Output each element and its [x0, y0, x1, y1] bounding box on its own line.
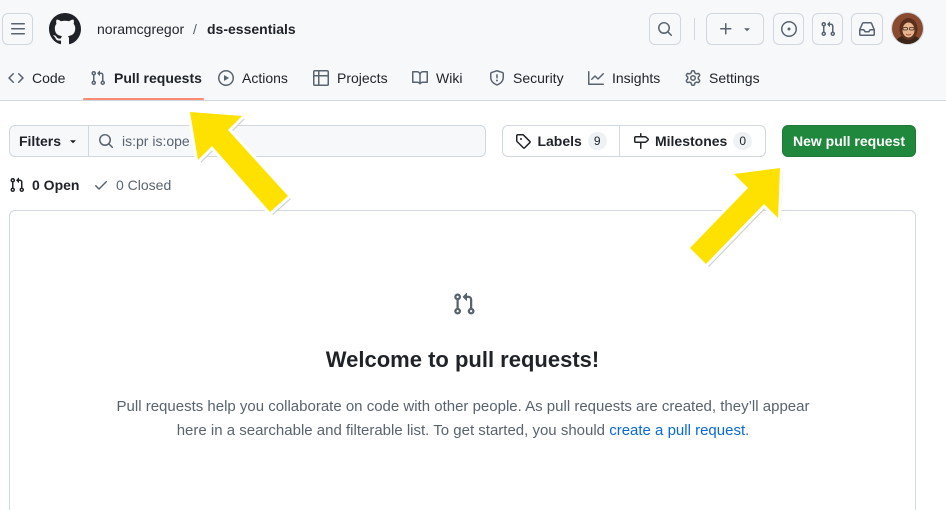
tab-actions[interactable]: Actions	[218, 58, 288, 98]
filters-label: Filters	[18, 133, 61, 149]
selected-tab-underline	[83, 98, 204, 100]
code-icon	[8, 72, 24, 84]
closed-filter[interactable]: 0 Closed	[93, 176, 171, 194]
play-icon	[218, 70, 234, 86]
create-new-button[interactable]	[706, 13, 764, 45]
gear-icon	[685, 70, 701, 86]
table-icon	[313, 70, 329, 86]
open-filter[interactable]: 0 Open	[9, 176, 79, 194]
search-icon	[658, 22, 673, 37]
tab-code[interactable]: Code	[8, 58, 65, 98]
annotation-arrow-tab	[187, 109, 291, 215]
labels-label: Labels	[537, 133, 582, 149]
milestones-button[interactable]: Milestones 0	[619, 125, 766, 157]
issues-button[interactable]	[773, 13, 804, 45]
inbox-icon	[859, 22, 875, 36]
tab-label: Actions	[242, 70, 288, 86]
empty-state-title: Welcome to pull requests!	[325, 347, 600, 372]
top-bar: noramcgregor / ds-essentials	[0, 0, 946, 58]
caret-down-icon	[70, 140, 76, 144]
milestones-label: Milestones	[654, 133, 728, 149]
shield-icon	[490, 70, 504, 86]
milestones-count: 0	[733, 132, 753, 150]
filters-button[interactable]: Filters	[9, 125, 89, 157]
caret-down-icon	[744, 28, 750, 32]
git-pull-request-icon	[820, 21, 835, 37]
milestone-icon	[633, 133, 649, 149]
tab-settings[interactable]: Settings	[685, 58, 760, 98]
tab-label: Settings	[709, 70, 760, 86]
pull-requests-button[interactable]	[812, 13, 843, 45]
new-pull-request-button[interactable]: New pull request	[782, 125, 916, 157]
tab-insights[interactable]: Insights	[588, 58, 660, 98]
git-pull-request-icon	[10, 177, 25, 193]
issue-opened-icon	[780, 21, 797, 37]
inbox-button[interactable]	[851, 13, 883, 45]
tab-security[interactable]: Security	[489, 58, 564, 98]
tab-label: Code	[32, 70, 66, 86]
git-pull-request-icon	[91, 70, 106, 86]
repo-tabs: Code Pull requests Actions Projects Wiki…	[0, 58, 946, 101]
tab-pull-requests[interactable]: Pull requests	[90, 58, 202, 98]
avatar[interactable]	[891, 12, 924, 45]
tab-label: Insights	[612, 70, 661, 86]
open-count-label: 0 Open	[32, 177, 80, 193]
tab-label: Security	[513, 70, 564, 86]
tab-label: Projects	[337, 70, 388, 86]
breadcrumb-owner[interactable]: noramcgregor	[97, 20, 184, 38]
tab-label: Pull requests	[114, 70, 202, 86]
breadcrumb-repo[interactable]: ds-essentials	[207, 20, 296, 38]
search-button[interactable]	[649, 13, 681, 45]
header-divider	[694, 18, 695, 40]
book-icon	[412, 70, 428, 85]
tag-icon	[516, 134, 532, 149]
empty-state-text-end: .	[745, 422, 750, 439]
annotation-arrow-button	[687, 165, 783, 267]
tab-projects[interactable]: Projects	[313, 58, 388, 98]
empty-state-description: Pull requests help you collaborate on co…	[106, 395, 820, 443]
search-icon	[99, 134, 114, 149]
repo-header: noramcgregor / ds-essentials Code Pull r…	[0, 0, 946, 101]
breadcrumb-separator: /	[193, 21, 197, 37]
labels-button[interactable]: Labels 9	[502, 125, 620, 157]
labels-count: 9	[587, 132, 607, 150]
git-pull-request-icon	[454, 292, 475, 315]
plus-icon	[720, 23, 732, 35]
graph-icon	[588, 71, 604, 85]
closed-count-label: 0 Closed	[116, 177, 172, 193]
check-icon	[95, 181, 107, 190]
tab-label: Wiki	[436, 70, 463, 86]
search-input[interactable]	[122, 133, 462, 149]
menu-button[interactable]	[2, 13, 33, 45]
hamburger-icon	[10, 23, 25, 35]
tab-wiki[interactable]: Wiki	[412, 58, 462, 98]
create-pull-request-link[interactable]: create a pull request	[609, 422, 745, 439]
github-logo-icon[interactable]	[49, 13, 81, 45]
